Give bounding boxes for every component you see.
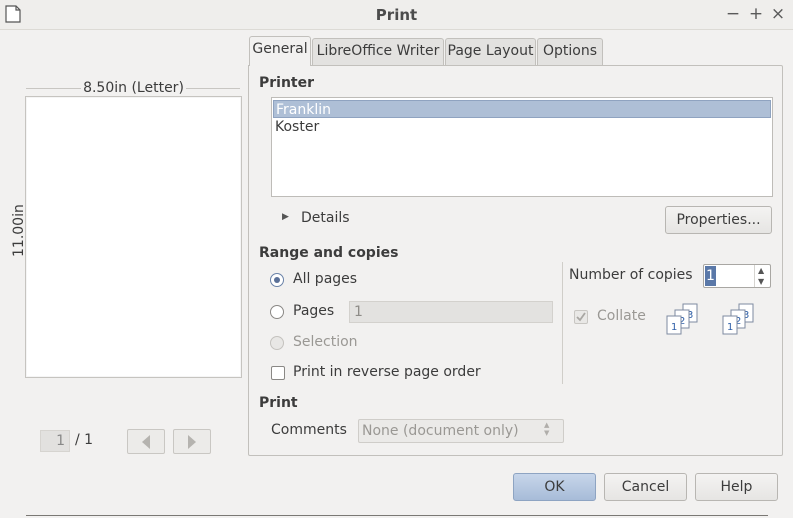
tab-options[interactable]: Options <box>537 38 603 65</box>
copies-label: Number of copies <box>569 267 693 283</box>
comments-select[interactable]: None (document only) <box>358 419 564 443</box>
expander-arrow-icon[interactable]: ▶ <box>282 212 289 222</box>
pages-range-input[interactable]: 1 <box>349 301 553 323</box>
help-button[interactable]: Help <box>695 473 778 501</box>
selection-radio[interactable] <box>270 336 284 350</box>
reverse-order-checkbox[interactable] <box>271 366 285 380</box>
paper-height-label: 11.00in <box>11 204 27 257</box>
all-pages-radio[interactable] <box>270 273 284 287</box>
comments-label: Comments <box>271 422 347 438</box>
printer-list[interactable]: Franklin Koster <box>271 97 773 197</box>
cancel-button[interactable]: Cancel <box>604 473 687 501</box>
maximize-icon[interactable]: + <box>747 3 765 25</box>
pages-label[interactable]: Pages <box>293 303 334 319</box>
tab-page-layout[interactable]: Page Layout <box>445 38 536 65</box>
paper-width-text: 8.50in (Letter) <box>81 80 186 96</box>
all-pages-label[interactable]: All pages <box>293 271 357 287</box>
arrow-right-icon <box>188 435 196 449</box>
arrow-left-icon <box>142 435 150 449</box>
ok-button[interactable]: OK <box>513 473 596 501</box>
selection-label[interactable]: Selection <box>293 334 358 350</box>
svg-text:1: 1 <box>671 322 677 333</box>
tab-general[interactable]: General <box>249 36 311 66</box>
divider <box>26 515 768 516</box>
page-total-label: / 1 <box>75 432 94 448</box>
page-preview <box>25 96 242 378</box>
collate-pages-icon: 3 2 1 <box>719 303 761 339</box>
tab-libreoffice-writer[interactable]: LibreOffice Writer <box>312 38 444 65</box>
properties-button[interactable]: Properties... <box>665 206 772 234</box>
printer-item-franklin[interactable]: Franklin <box>273 100 771 118</box>
pages-radio[interactable] <box>270 305 284 319</box>
spin-down-icon[interactable]: ▼ <box>758 277 764 286</box>
close-icon[interactable]: × <box>769 3 787 25</box>
paper-width-label: 8.50in (Letter) <box>26 80 241 96</box>
reverse-order-label[interactable]: Print in reverse page order <box>293 364 481 380</box>
next-page-button[interactable] <box>173 429 211 454</box>
minimize-icon[interactable]: − <box>724 3 742 25</box>
range-section-title: Range and copies <box>259 245 399 261</box>
svg-text:1: 1 <box>727 322 733 333</box>
printer-section-title: Printer <box>259 75 315 91</box>
collate-label: Collate <box>597 308 646 324</box>
checkmark-icon <box>576 312 586 322</box>
print-section-title: Print <box>259 395 298 411</box>
divider <box>754 265 755 287</box>
spin-up-icon[interactable]: ▲ <box>758 266 764 275</box>
previous-page-button[interactable] <box>127 429 165 454</box>
details-expander[interactable]: Details <box>301 210 350 226</box>
page-number-field[interactable]: 1 <box>40 430 70 452</box>
window-title: Print <box>375 6 418 24</box>
printer-item-koster[interactable]: Koster <box>273 118 771 136</box>
collate-pages-icon: 3 2 1 <box>663 303 705 339</box>
divider <box>562 262 563 384</box>
copies-value[interactable]: 1 <box>705 266 716 286</box>
dropdown-icon[interactable]: ▲ ▼ <box>544 421 549 437</box>
collate-checkbox[interactable] <box>574 310 588 324</box>
